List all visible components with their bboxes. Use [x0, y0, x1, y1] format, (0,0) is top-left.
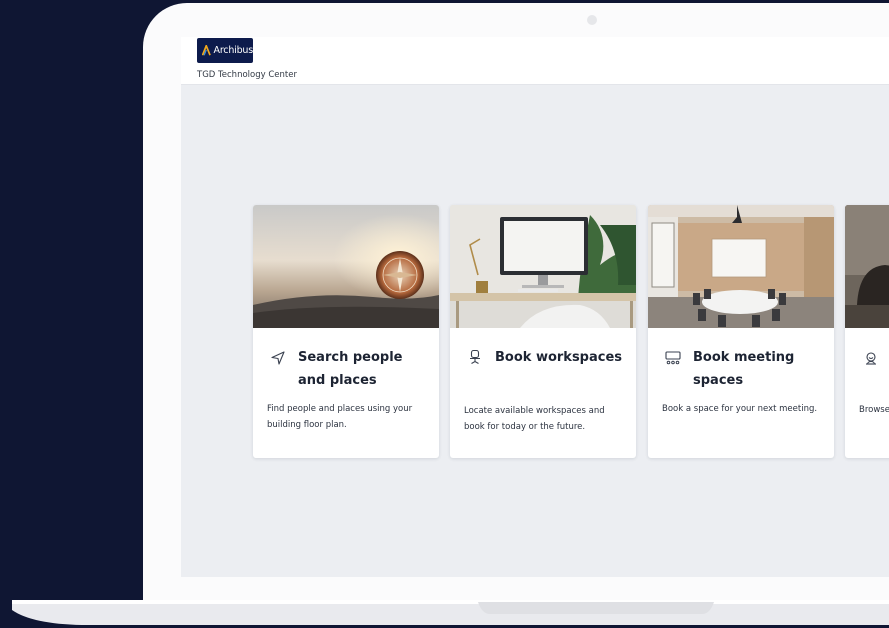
archibus-mark-icon — [202, 45, 211, 56]
card-photo-compass — [253, 205, 439, 328]
card-photo-meeting-room — [648, 205, 834, 328]
brand-name: Archibus — [213, 45, 254, 56]
card-service-desk[interactable]: Browse — [845, 205, 889, 458]
card-search-people-places[interactable]: Search people and places Find people and… — [253, 205, 439, 458]
card-title: Search people and places — [298, 350, 403, 388]
office-chair-icon — [470, 349, 480, 364]
card-photo-service-bell — [845, 205, 889, 328]
card-description: Browse — [859, 405, 889, 415]
app-header: Archibus TGD Technology Center — [181, 37, 889, 85]
card-description: Find people and places using your buildi… — [267, 404, 413, 430]
card-description: Locate available workspaces and book for… — [464, 406, 605, 432]
navigation-arrow-icon — [271, 351, 285, 365]
card-book-meeting-spaces[interactable]: Book meeting spaces Book a space for you… — [648, 205, 834, 458]
card-title: Book workspaces — [495, 350, 623, 365]
laptop-base — [12, 600, 889, 625]
card-title: Book meeting spaces — [693, 350, 795, 388]
app-screen: Archibus TGD Technology Center Search pe… — [181, 37, 889, 577]
card-book-workspaces[interactable]: Book workspaces Locate available workspa… — [450, 205, 636, 458]
site-name: TGD Technology Center — [197, 70, 297, 80]
meeting-room-icon — [665, 351, 681, 365]
card-description: Book a space for your next meeting. — [662, 404, 818, 414]
card-photo-desk — [450, 205, 636, 328]
brand-logo[interactable]: Archibus — [197, 38, 253, 63]
laptop-camera — [587, 15, 597, 25]
service-bell-icon — [866, 352, 876, 365]
